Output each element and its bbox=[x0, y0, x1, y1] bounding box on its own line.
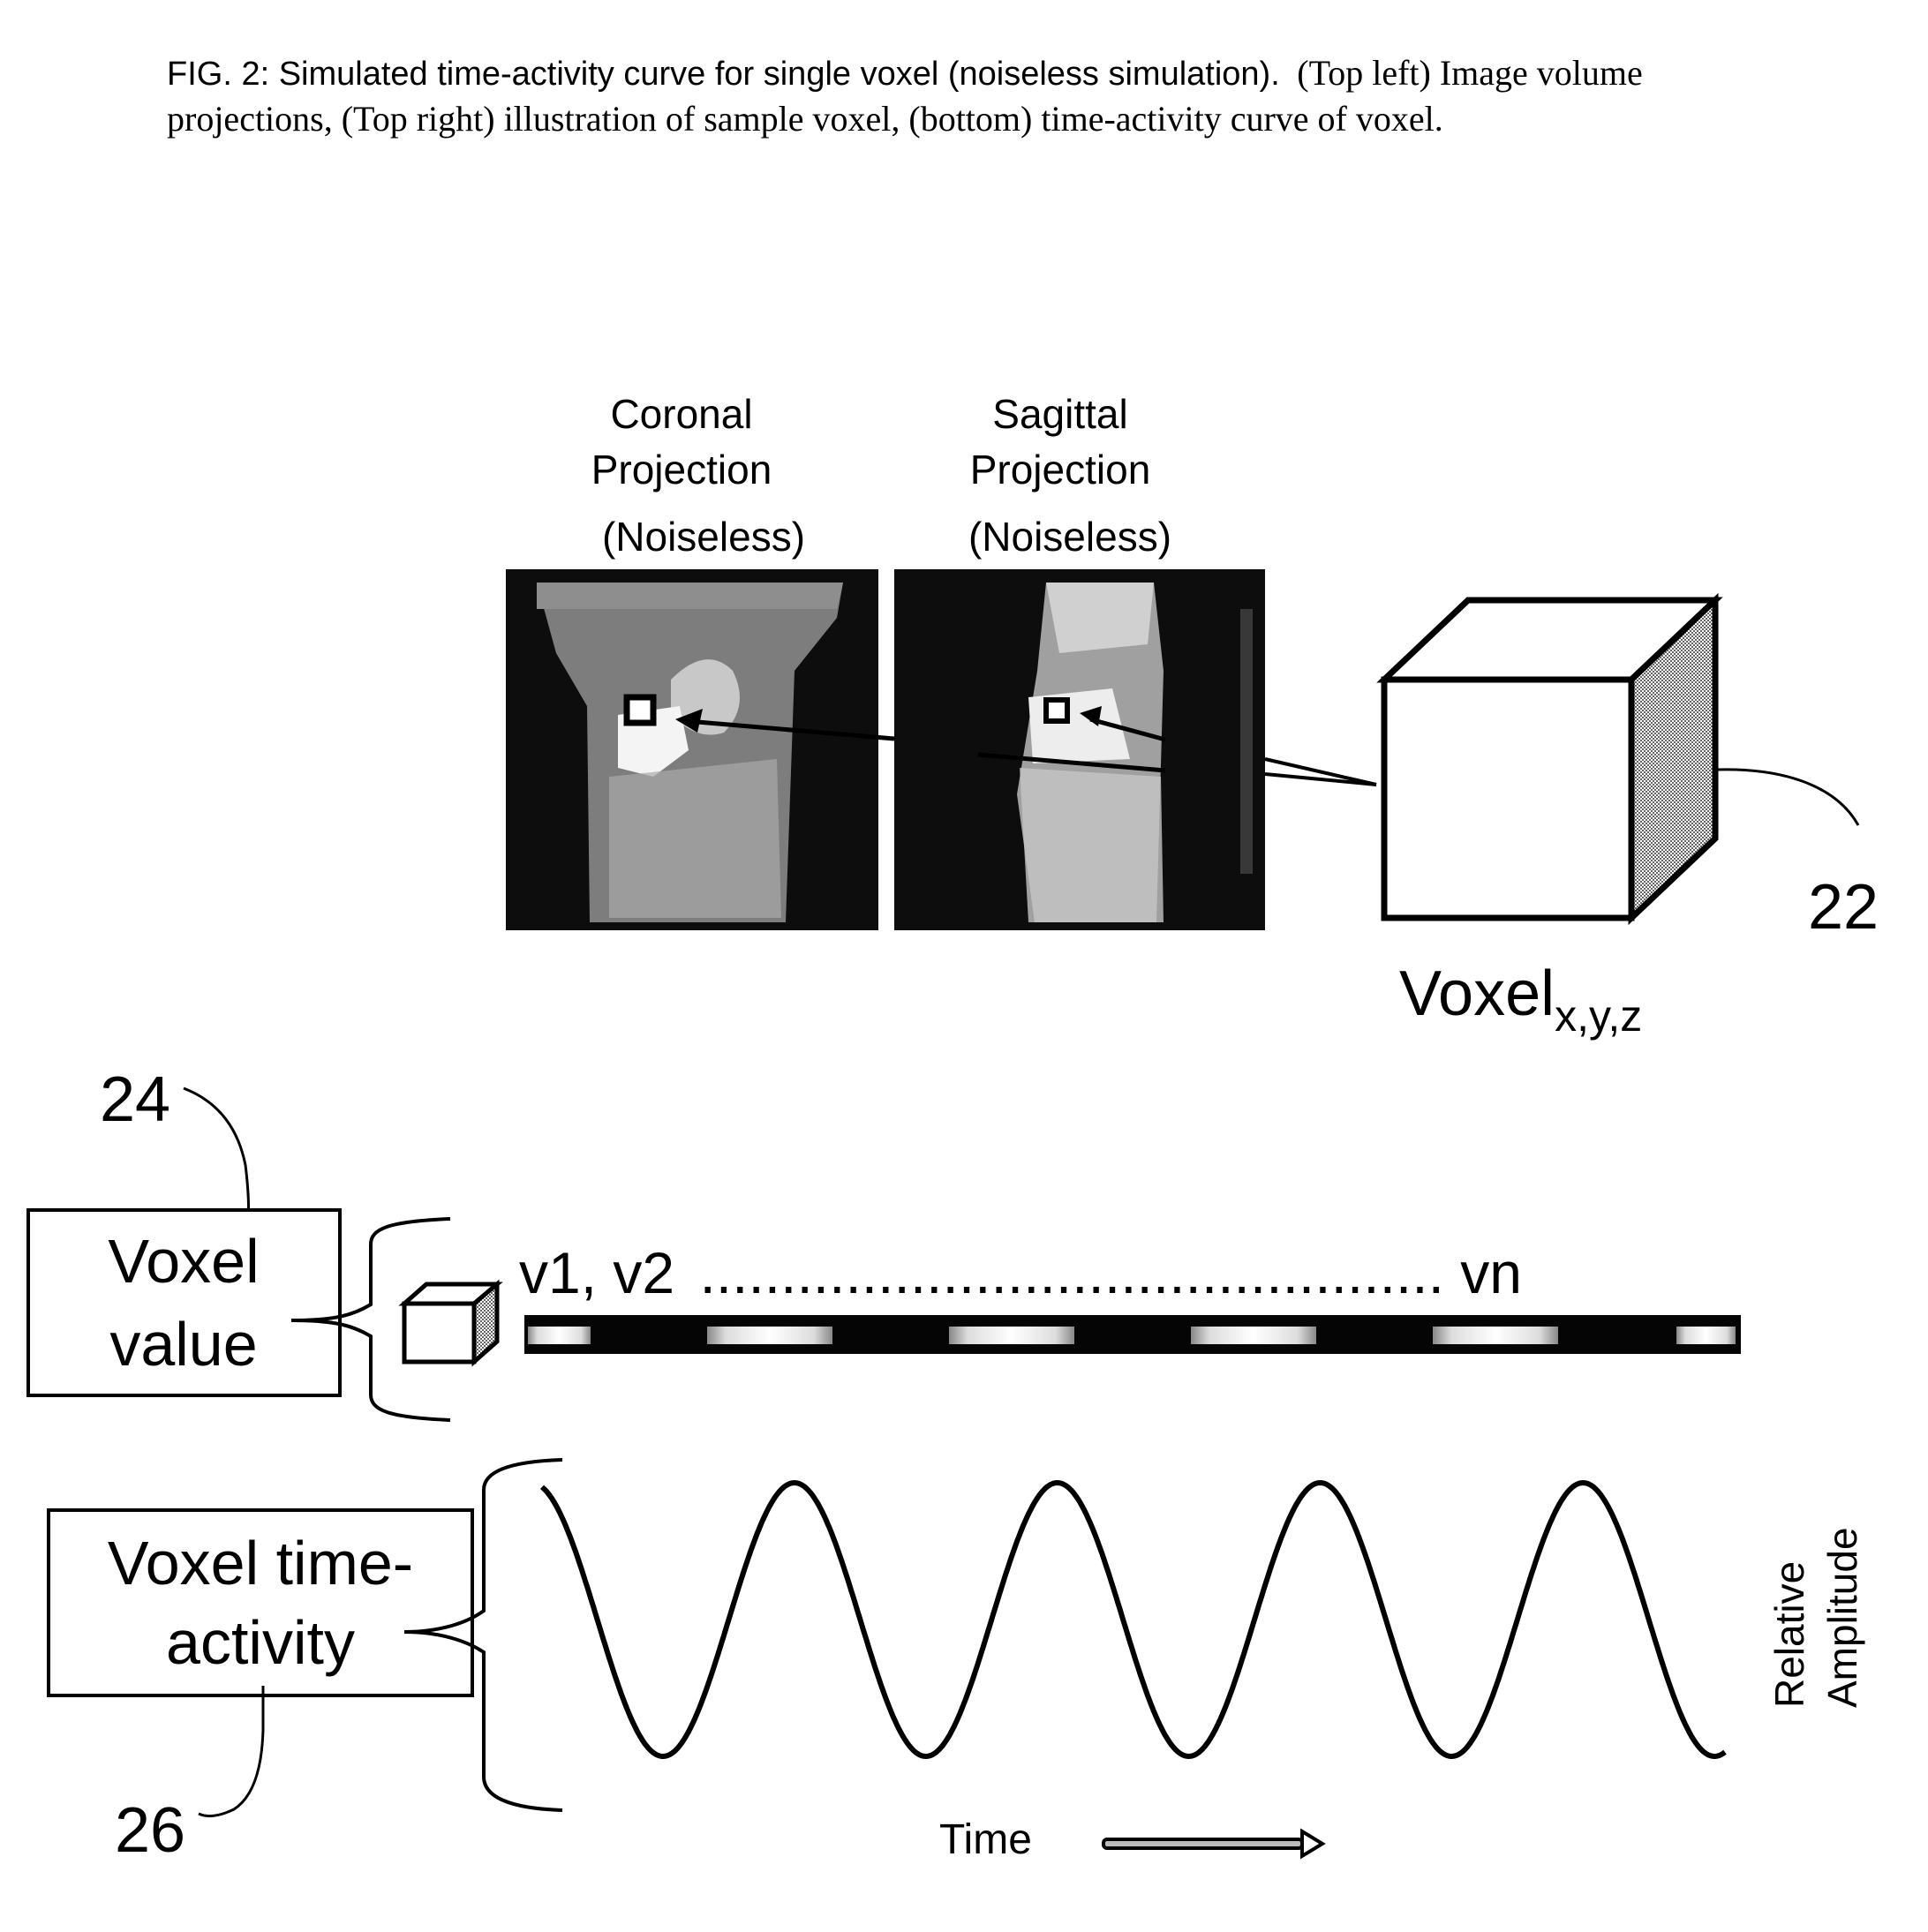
voxel-value-strip bbox=[524, 1315, 1741, 1354]
time-activity-box: Voxel time- activity bbox=[47, 1508, 474, 1697]
coronal-title-line2: Projection bbox=[591, 447, 772, 492]
leader-line-26 bbox=[198, 1686, 265, 1818]
figure-caption: FIG. 2: Simulated time-activity curve fo… bbox=[167, 53, 1643, 139]
strip-segment bbox=[1433, 1327, 1558, 1344]
time-arrow-icon bbox=[1102, 1828, 1326, 1860]
sagittal-projection-image bbox=[894, 569, 1265, 930]
leader-line-24 bbox=[183, 1086, 251, 1226]
sagittal-voxel-marker bbox=[1043, 697, 1070, 724]
leader-line-22 bbox=[1716, 768, 1860, 826]
sequence-end: vn bbox=[1460, 1240, 1522, 1305]
coronal-projection-image bbox=[506, 569, 895, 930]
time-activity-curve bbox=[539, 1480, 1727, 1759]
reference-number-22: 22 bbox=[1808, 872, 1879, 943]
voxel-value-box-line1: Voxel bbox=[108, 1227, 259, 1296]
voxel-cube-icon bbox=[1376, 592, 1723, 926]
y-axis-label: Relative Amplitude bbox=[1766, 1527, 1865, 1708]
strip-segment bbox=[528, 1327, 591, 1344]
voxel-value-box-line2: value bbox=[109, 1310, 257, 1379]
reference-number-24: 24 bbox=[100, 1064, 170, 1135]
time-activity-box-line1: Voxel time- bbox=[108, 1529, 413, 1597]
strip-segment bbox=[1191, 1327, 1316, 1344]
coronal-voxel-marker bbox=[623, 694, 657, 726]
caption-sans-part: FIG. 2: Simulated time-activity curve fo… bbox=[167, 56, 1280, 93]
coronal-title-line3: (Noiseless) bbox=[602, 514, 805, 560]
strip-segment bbox=[1676, 1327, 1736, 1344]
voxel-label-subscript: x,y,z bbox=[1555, 991, 1642, 1041]
sagittal-title: Sagittal Projection (Noiseless) bbox=[968, 391, 1171, 560]
strip-segment bbox=[707, 1327, 832, 1344]
caption-line-2: projections, (Top right) illustration of… bbox=[167, 99, 1443, 139]
strip-segment bbox=[949, 1327, 1074, 1344]
voxel-label: Voxelx,y,z bbox=[1399, 958, 1642, 1041]
sequence-start: v1, v2 bbox=[519, 1240, 674, 1305]
sagittal-title-line1: Sagittal bbox=[992, 391, 1127, 437]
caption-line-1: FIG. 2: Simulated time-activity curve fo… bbox=[167, 53, 1643, 93]
reference-number-26: 26 bbox=[115, 1795, 185, 1866]
coronal-title-line1: Coronal bbox=[610, 391, 752, 437]
voxel-value-box: Voxel value bbox=[26, 1208, 342, 1397]
small-voxel-cube-icon bbox=[398, 1279, 503, 1367]
figure-canvas: FIG. 2: Simulated time-activity curve fo… bbox=[26, 53, 1879, 1866]
coronal-title: Coronal Projection (Noiseless) bbox=[591, 391, 805, 560]
x-axis-label: Time bbox=[939, 1816, 1032, 1863]
sagittal-title-line2: Projection bbox=[970, 447, 1151, 492]
sagittal-title-line3: (Noiseless) bbox=[968, 514, 1171, 560]
y-label-line1: Relative bbox=[1766, 1561, 1812, 1708]
voxel-label-main: Voxel bbox=[1399, 958, 1555, 1029]
y-label-line2: Amplitude bbox=[1819, 1527, 1865, 1708]
voxel-leader-lines bbox=[1264, 757, 1377, 786]
voxel-sequence-label: v1, v2 .................................… bbox=[519, 1240, 1522, 1305]
caption-serif-part: (Top left) Image volume bbox=[1297, 53, 1643, 93]
sequence-dots: ........................................… bbox=[699, 1240, 1444, 1305]
time-activity-box-line2: activity bbox=[166, 1608, 355, 1677]
